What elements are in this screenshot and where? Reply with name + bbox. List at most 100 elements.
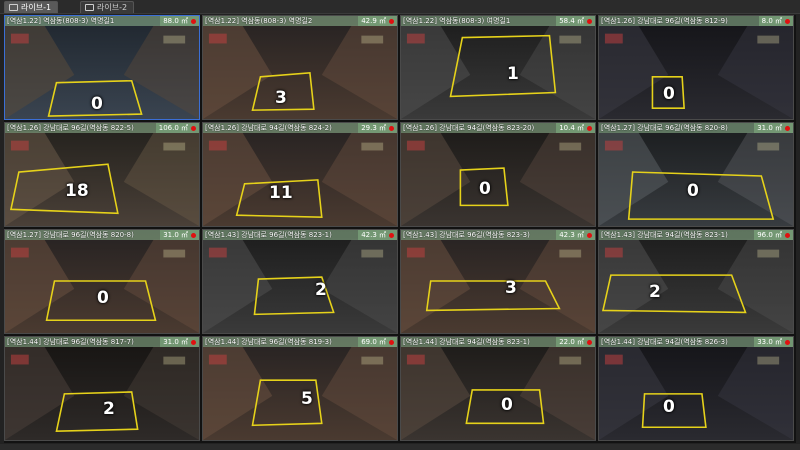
recording-indicator-icon	[191, 18, 196, 24]
recording-indicator-icon	[191, 232, 196, 238]
camera-feed	[401, 16, 595, 119]
camera-name: [역삼1.22] 역삼동(808-3) 여명길1	[403, 17, 511, 25]
tab-bar: 라이브-1 라이브-2	[0, 0, 800, 14]
people-count: 0	[91, 94, 103, 114]
recording-indicator-icon	[785, 18, 790, 24]
zone-area: 31.0 ㎡	[757, 124, 782, 132]
zone-area: 29.3 ㎡	[361, 124, 386, 132]
recording-indicator-icon	[785, 232, 790, 238]
camera-tile[interactable]: [역삼1.22] 역삼동(808-3) 역명길2 42.9 ㎡ 3	[202, 15, 398, 120]
people-count: 0	[97, 288, 109, 308]
camera-name: [역삼1.26] 강남대로 94길(역삼동 824-2)	[205, 124, 332, 132]
bottom-bar	[0, 444, 800, 450]
camera-header: [역삼1.43] 강남대로 94길(역삼동 823-1) 96.0 ㎡	[599, 230, 793, 240]
camera-meta: 8.0 ㎡	[758, 16, 793, 26]
camera-header: [역삼1.27] 강남대로 96길(역삼동 820-8) 31.0 ㎡	[599, 123, 793, 133]
zone-area: 33.0 ㎡	[757, 338, 782, 346]
camera-tile[interactable]: [역삼1.27] 강남대로 96길(역삼동 820-8) 31.0 ㎡ 0	[4, 229, 200, 334]
camera-name: [역삼1.26] 강남대로 96길(역삼동 812-9)	[601, 17, 728, 25]
camera-tile[interactable]: [역삼1.22] 역삼동(808-3) 역명길1 88.0 ㎡ 0	[4, 15, 200, 120]
camera-feed	[5, 123, 199, 226]
camera-meta: 31.0 ㎡	[160, 337, 199, 347]
camera-meta: 33.0 ㎡	[754, 337, 793, 347]
camera-header: [역삼1.26] 강남대로 96길(역삼동 812-9) 8.0 ㎡	[599, 16, 793, 26]
camera-tile[interactable]: [역삼1.44] 강남대로 94길(역삼동 826-3) 33.0 ㎡ 0	[598, 336, 794, 441]
camera-meta: 42.3 ㎡	[358, 230, 397, 240]
zone-area: 58.4 ㎡	[559, 17, 584, 25]
cctv-monitoring-app: 라이브-1 라이브-2 [역삼1.22] 역삼동(808-3) 역명길1 88.0…	[0, 0, 800, 450]
people-count: 2	[103, 399, 115, 419]
zone-area: 42.3 ㎡	[559, 231, 584, 239]
camera-feed	[5, 230, 199, 333]
camera-tile[interactable]: [역삼1.43] 강남대로 96길(역삼동 823-1) 42.3 ㎡ 2	[202, 229, 398, 334]
camera-name: [역삼1.27] 강남대로 96길(역삼동 820-8)	[601, 124, 728, 132]
zone-area: 106.0 ㎡	[158, 124, 188, 132]
camera-grid: [역삼1.22] 역삼동(808-3) 역명길1 88.0 ㎡ 0 [역삼1.22] …	[4, 15, 796, 443]
camera-feed	[203, 16, 397, 119]
zone-area: 42.3 ㎡	[361, 231, 386, 239]
camera-name: [역삼1.22] 역삼동(808-3) 역명길2	[205, 17, 313, 25]
camera-feed	[401, 337, 595, 440]
camera-header: [역삼1.44] 강남대로 96길(역삼동 817-7) 31.0 ㎡	[5, 337, 199, 347]
people-count: 5	[301, 389, 313, 409]
people-count: 1	[507, 64, 519, 84]
camera-meta: 10.4 ㎡	[556, 123, 595, 133]
zone-area: 22.0 ㎡	[559, 338, 584, 346]
camera-name: [역삼1.44] 강남대로 96길(역삼동 819-3)	[205, 338, 332, 346]
people-count: 2	[649, 282, 661, 302]
monitor-icon	[9, 4, 18, 11]
camera-tile[interactable]: [역삼1.44] 강남대로 96길(역삼동 817-7) 31.0 ㎡ 2	[4, 336, 200, 441]
tab-label: 라이브-2	[97, 3, 128, 12]
people-count: 0	[479, 179, 491, 199]
recording-indicator-icon	[785, 125, 790, 131]
camera-meta: 31.0 ㎡	[160, 230, 199, 240]
camera-feed	[203, 123, 397, 226]
camera-tile[interactable]: [역삼1.44] 강남대로 94길(역삼동 823-1) 22.0 ㎡ 0	[400, 336, 596, 441]
recording-indicator-icon	[389, 232, 394, 238]
recording-indicator-icon	[587, 232, 592, 238]
camera-tile[interactable]: [역삼1.26] 강남대로 96길(역삼동 822-5) 106.0 ㎡ 18	[4, 122, 200, 227]
camera-tile[interactable]: [역삼1.26] 강남대로 94길(역삼동 824-2) 29.3 ㎡ 11	[202, 122, 398, 227]
tab-live-2[interactable]: 라이브-2	[80, 1, 135, 13]
camera-header: [역삼1.22] 역삼동(808-3) 역명길2 42.9 ㎡	[203, 16, 397, 26]
recording-indicator-icon	[587, 18, 592, 24]
recording-indicator-icon	[389, 125, 394, 131]
camera-header: [역삼1.43] 강남대로 96길(역삼동 823-1) 42.3 ㎡	[203, 230, 397, 240]
recording-indicator-icon	[785, 339, 790, 345]
recording-indicator-icon	[389, 339, 394, 345]
tab-live-1[interactable]: 라이브-1	[4, 1, 59, 13]
camera-meta: 42.3 ㎡	[556, 230, 595, 240]
camera-tile[interactable]: [역삼1.43] 강남대로 96길(역삼동 823-3) 42.3 ㎡ 3	[400, 229, 596, 334]
zone-area: 31.0 ㎡	[163, 231, 188, 239]
camera-name: [역삼1.44] 강남대로 94길(역삼동 823-1)	[403, 338, 530, 346]
camera-tile[interactable]: [역삼1.27] 강남대로 96길(역삼동 820-8) 31.0 ㎡ 0	[598, 122, 794, 227]
people-count: 0	[663, 397, 675, 417]
recording-indicator-icon	[587, 339, 592, 345]
people-count: 0	[687, 181, 699, 201]
camera-tile[interactable]: [역삼1.26] 강남대로 96길(역삼동 812-9) 8.0 ㎡ 0	[598, 15, 794, 120]
camera-header: [역삼1.26] 강남대로 96길(역삼동 822-5) 106.0 ㎡	[5, 123, 199, 133]
camera-name: [역삼1.26] 강남대로 94길(역삼동 823-20)	[403, 124, 535, 132]
camera-tile[interactable]: [역삼1.43] 강남대로 94길(역삼동 823-1) 96.0 ㎡ 2	[598, 229, 794, 334]
zone-area: 10.4 ㎡	[559, 124, 584, 132]
camera-feed	[599, 337, 793, 440]
camera-feed	[5, 337, 199, 440]
camera-tile[interactable]: [역삼1.22] 역삼동(808-3) 여명길1 58.4 ㎡ 1	[400, 15, 596, 120]
zone-area: 31.0 ㎡	[163, 338, 188, 346]
camera-tile[interactable]: [역삼1.26] 강남대로 94길(역삼동 823-20) 10.4 ㎡ 0	[400, 122, 596, 227]
camera-feed	[599, 123, 793, 226]
camera-meta: 42.9 ㎡	[358, 16, 397, 26]
camera-header: [역삼1.22] 역삼동(808-3) 역명길1 88.0 ㎡	[5, 16, 199, 26]
camera-feed	[599, 230, 793, 333]
people-count: 0	[663, 84, 675, 104]
camera-tile[interactable]: [역삼1.44] 강남대로 96길(역삼동 819-3) 69.0 ㎡ 5	[202, 336, 398, 441]
camera-header: [역삼1.26] 강남대로 94길(역삼동 823-20) 10.4 ㎡	[401, 123, 595, 133]
recording-indicator-icon	[587, 125, 592, 131]
camera-name: [역삼1.26] 강남대로 96길(역삼동 822-5)	[7, 124, 134, 132]
zone-area: 8.0 ㎡	[761, 17, 782, 25]
camera-header: [역삼1.43] 강남대로 96길(역삼동 823-3) 42.3 ㎡	[401, 230, 595, 240]
camera-header: [역삼1.26] 강남대로 94길(역삼동 824-2) 29.3 ㎡	[203, 123, 397, 133]
camera-header: [역삼1.44] 강남대로 94길(역삼동 823-1) 22.0 ㎡	[401, 337, 595, 347]
camera-meta: 29.3 ㎡	[358, 123, 397, 133]
zone-area: 96.0 ㎡	[757, 231, 782, 239]
